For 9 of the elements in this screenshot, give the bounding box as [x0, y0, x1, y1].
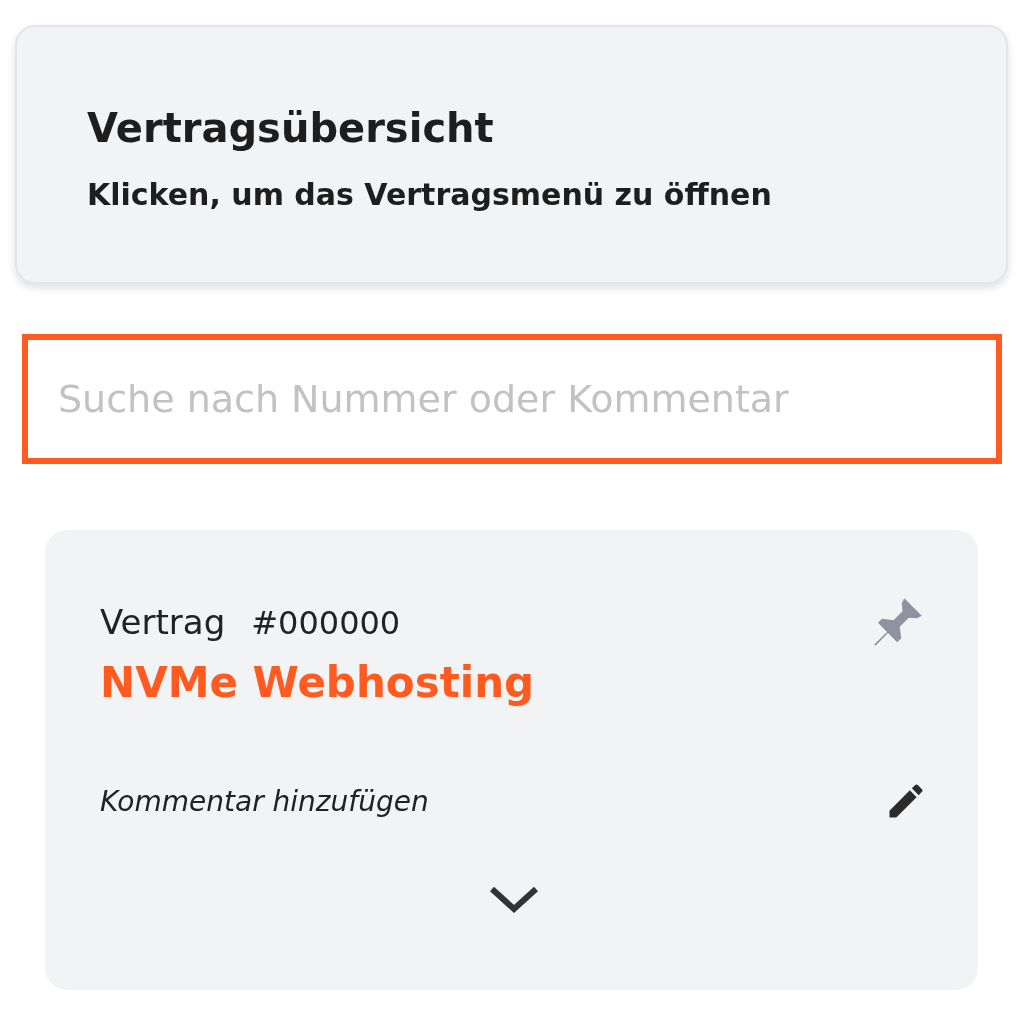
header-subtitle: Klicken, um das Vertragsmenü zu öffnen: [87, 177, 773, 212]
header-title: Vertragsübersicht: [87, 105, 495, 151]
contract-number: #000000: [251, 604, 401, 642]
contract-card[interactable]: Vertrag #000000 NVMe Webhosting Kommentar hinzufügen: [45, 530, 978, 990]
chevron-down-icon[interactable]: [488, 885, 540, 915]
header-card[interactable]: Vertragsübersicht Klicken, um das Vertragsmenü zu öffnen: [15, 25, 1008, 284]
comment-link[interactable]: Kommentar hinzufügen: [100, 784, 429, 818]
search-field[interactable]: Suche nach Nummer oder Kommentar: [22, 334, 1002, 464]
contract-label: Vertrag: [100, 602, 226, 642]
